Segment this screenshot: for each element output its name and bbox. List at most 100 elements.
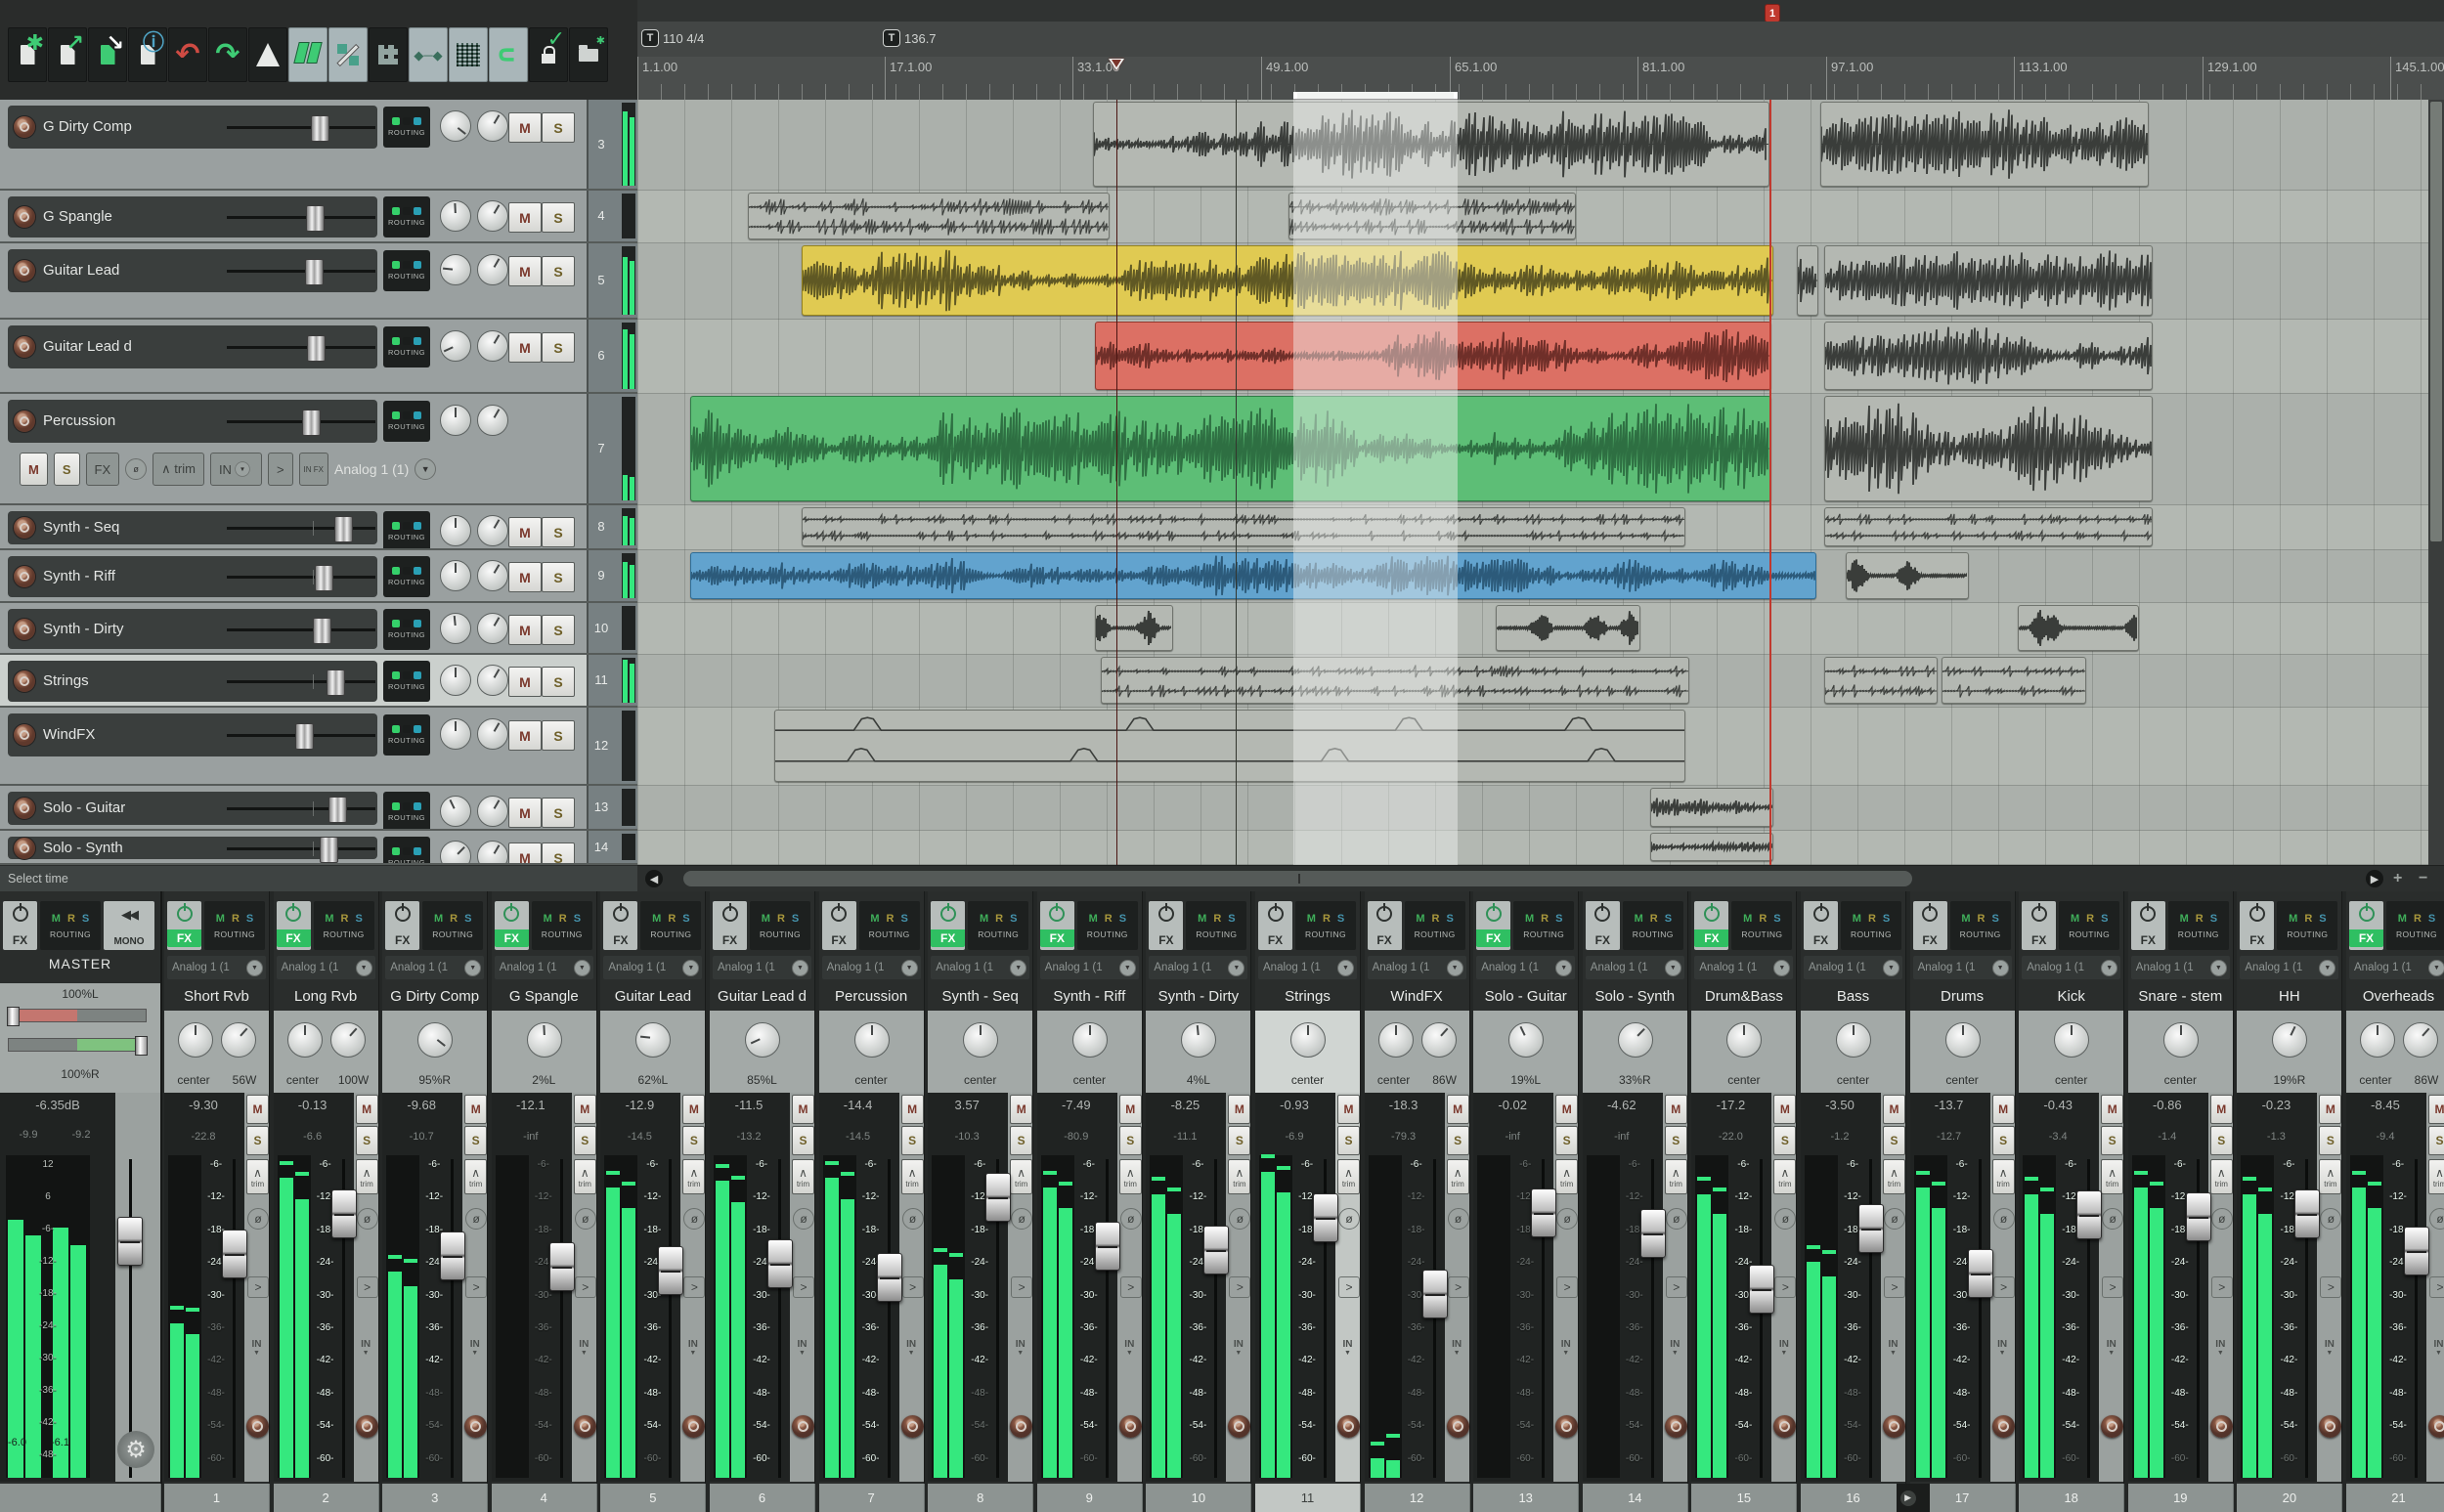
track-name-box[interactable]: WindFX — [8, 713, 377, 756]
fader-thumb[interactable] — [1639, 1209, 1666, 1259]
track-volume-slider[interactable] — [227, 836, 375, 863]
solo-button[interactable]: S — [542, 615, 575, 645]
mute-button[interactable]: M — [573, 1095, 596, 1124]
solo-button[interactable]: S — [355, 1126, 378, 1155]
mute-button[interactable]: M — [508, 842, 542, 863]
master-pan-left-slider[interactable] — [7, 1007, 147, 1026]
fader-track[interactable] — [1650, 1159, 1654, 1478]
volume-slider-thumb[interactable] — [304, 259, 324, 285]
routing-button[interactable]: ROUTING — [383, 511, 430, 548]
routing-button[interactable]: M R S ROUTING — [1949, 901, 2011, 950]
input-monitor-button[interactable]: IN ▼ — [572, 1339, 596, 1357]
solo-button[interactable]: S — [542, 332, 575, 363]
phase-button[interactable]: ø — [1447, 1208, 1469, 1230]
solo-button[interactable]: S — [542, 842, 575, 863]
track-row-g-spangle[interactable]: G Spangle ROUTING M S 4 — [0, 191, 637, 243]
trim-envelope-button[interactable]: ∧ trim — [1446, 1159, 1469, 1194]
pan-knob[interactable] — [1377, 1022, 1414, 1058]
fx-button[interactable]: FX — [1367, 901, 1402, 950]
fx-button[interactable]: FX — [1804, 901, 1838, 950]
send-button[interactable]: > — [1011, 1276, 1033, 1298]
master-pan-right-slider[interactable] — [8, 1036, 148, 1056]
master-fader-track[interactable] — [129, 1159, 132, 1478]
routing-button[interactable]: M R S ROUTING — [1731, 901, 1793, 950]
toolbar-project-settings-button[interactable]: ⓘ — [128, 27, 167, 82]
input-fx-badge[interactable]: IN FX — [298, 453, 328, 486]
mute-button[interactable]: M — [508, 615, 542, 645]
width-knob[interactable] — [477, 613, 508, 644]
pan-knob[interactable] — [178, 1022, 213, 1058]
media-item[interactable] — [1797, 245, 1818, 316]
volume-slider-thumb[interactable] — [294, 723, 314, 750]
pan-knob[interactable] — [1071, 1022, 1108, 1058]
record-arm-button[interactable] — [14, 206, 35, 228]
fx-button[interactable]: FX — [167, 901, 201, 950]
media-item[interactable] — [1820, 102, 2149, 187]
fx-button[interactable]: FX — [85, 453, 120, 486]
media-item[interactable] — [690, 396, 1771, 501]
track-name-box[interactable]: Strings — [8, 661, 377, 702]
media-item[interactable] — [748, 193, 1110, 239]
fader-thumb[interactable] — [985, 1173, 1012, 1223]
fader-track[interactable] — [451, 1159, 455, 1478]
volume-slider-thumb[interactable] — [327, 797, 347, 823]
width-knob[interactable] — [477, 841, 508, 863]
width-knob[interactable] — [477, 515, 508, 546]
track-name-box[interactable]: Solo - Guitar — [8, 792, 377, 825]
input-selector[interactable]: Analog 1 (1 ▼ — [2130, 956, 2230, 979]
pan-knob[interactable] — [1181, 1022, 1217, 1058]
toolbar-auto-crossfade-button[interactable] — [288, 27, 327, 82]
routing-button[interactable]: M R S ROUTING — [2277, 901, 2338, 950]
input-monitor-button[interactable]: IN ▼ — [2426, 1339, 2444, 1357]
track-volume-slider[interactable] — [227, 115, 375, 142]
fx-button[interactable]: FX — [603, 901, 638, 950]
mixer-strip-drums[interactable]: FX M R S ROUTING Analog 1 (1 ▼ Drums center -13.7… — [1909, 891, 2016, 1512]
width-knob[interactable] — [2403, 1022, 2438, 1058]
solo-button[interactable]: S — [1010, 1126, 1033, 1155]
mixer-strip-short-rvb[interactable]: FX M R S ROUTING Analog 1 (1 ▼ Short Rvb center 5… — [164, 891, 270, 1512]
send-button[interactable]: > — [247, 1276, 269, 1298]
fader-track[interactable] — [1760, 1159, 1764, 1478]
track-volume-slider[interactable] — [227, 797, 375, 823]
input-selector[interactable]: Analog 1 (1 ▼ — [1476, 956, 1576, 979]
mixer-strip-g-dirty-comp[interactable]: FX M R S ROUTING Analog 1 (1 ▼ G Dirty Comp 95%R… — [382, 891, 489, 1512]
horizontal-scrollbar[interactable]: ◀ ▶ + − — [637, 865, 2444, 892]
input-selector[interactable]: Analog 1 (1 ▼ — [1585, 956, 1684, 979]
pan-knob[interactable] — [1508, 1022, 1545, 1058]
record-arm-button[interactable] — [1991, 1415, 2015, 1438]
phase-button[interactable]: ø — [1338, 1208, 1360, 1230]
routing-button[interactable]: ROUTING — [383, 196, 430, 238]
toolbar-locking-button[interactable]: ✓ — [529, 27, 568, 82]
track-name-box[interactable]: Solo - Synth — [8, 836, 377, 863]
pan-knob[interactable] — [1617, 1022, 1653, 1058]
scroll-play-button[interactable]: ▶ — [2366, 870, 2383, 887]
track-row-synth-dirty[interactable]: Synth - Dirty ROUTING M S 10 — [0, 603, 637, 655]
media-item[interactable] — [1824, 507, 2153, 546]
routing-button[interactable]: M R S ROUTING — [2059, 901, 2120, 950]
send-button[interactable]: > — [2102, 1276, 2124, 1298]
edit-cursor-handle[interactable] — [1109, 59, 1124, 70]
phase-button[interactable]: ø — [901, 1208, 924, 1230]
record-arm-button[interactable] — [1664, 1415, 1687, 1438]
mute-button[interactable]: M — [1664, 1095, 1687, 1124]
mixer-strip-strings[interactable]: FX M R S ROUTING Analog 1 (1 ▼ Strings center -0.… — [1255, 891, 1361, 1512]
toolbar-redo-button[interactable]: ↷ — [208, 27, 247, 82]
fx-button[interactable]: FX — [276, 901, 311, 950]
solo-button[interactable]: S — [542, 798, 575, 828]
track-volume-slider[interactable] — [227, 670, 375, 696]
input-selector[interactable]: Analog 1 (1 ▼ — [1912, 956, 2012, 979]
solo-button[interactable]: S — [1118, 1126, 1142, 1155]
mute-button[interactable]: M — [682, 1095, 706, 1124]
input-monitor-button[interactable]: IN ▼ — [1771, 1339, 1796, 1357]
track-volume-slider[interactable] — [227, 723, 375, 750]
fx-button[interactable]: FX — [385, 901, 420, 950]
input-monitor-button[interactable]: IN ▼ — [2317, 1339, 2341, 1357]
fx-button[interactable]: FX — [2022, 901, 2057, 950]
fx-button[interactable]: FX — [1039, 901, 1074, 950]
pan-knob[interactable] — [1944, 1022, 1981, 1058]
tempo-marker[interactable]: T 136.7 — [883, 28, 937, 48]
mixer-divider-arrow[interactable]: ▶ — [1896, 1484, 1930, 1512]
pan-knob[interactable] — [440, 613, 471, 644]
mute-button[interactable]: M — [1991, 1095, 2015, 1124]
mixer-strip-long-rvb[interactable]: FX M R S ROUTING Analog 1 (1 ▼ Long Rvb center 10… — [273, 891, 379, 1512]
